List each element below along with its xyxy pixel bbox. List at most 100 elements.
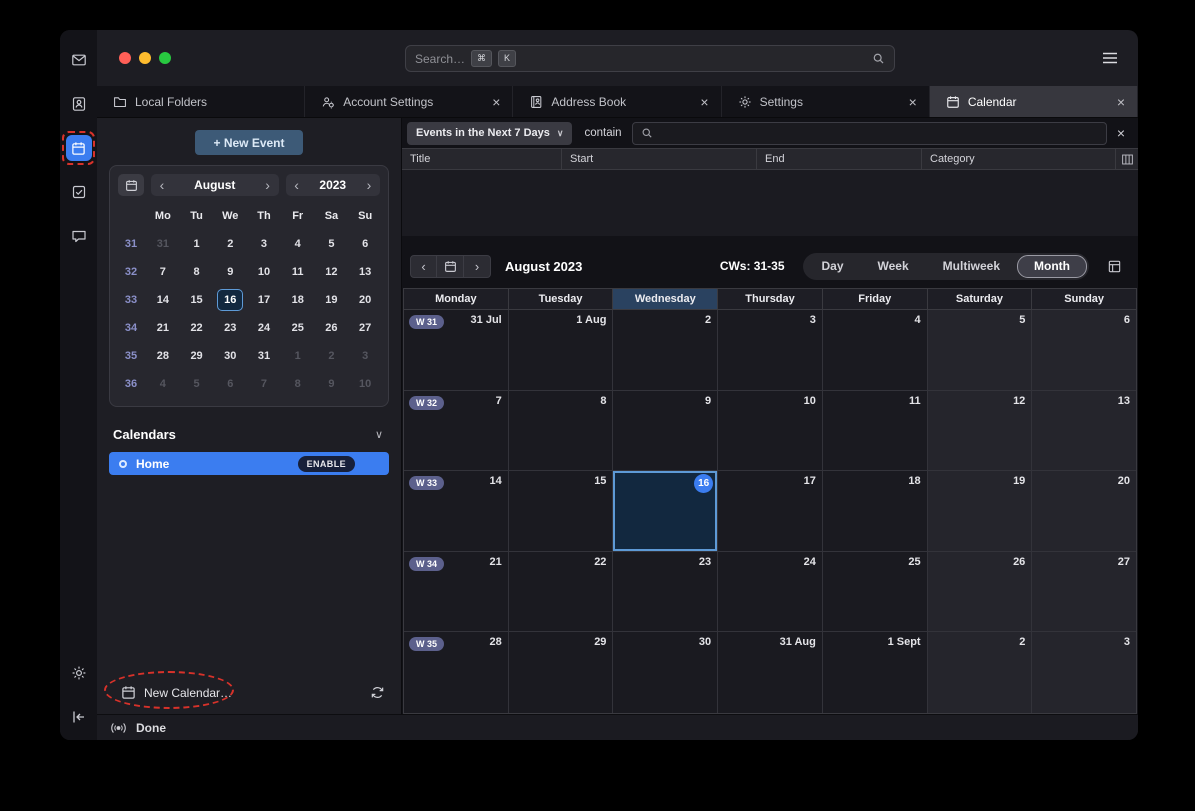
rail-collapse-button[interactable] [66, 704, 92, 730]
rotate-view-button[interactable] [1107, 259, 1122, 274]
new-calendar-row[interactable]: New Calendar… [97, 685, 401, 714]
prev-period-button[interactable]: ‹ [410, 255, 437, 278]
mini-day[interactable]: 24 [251, 317, 277, 339]
view-month-button[interactable]: Month [1017, 255, 1087, 278]
day-cell[interactable]: 24 [718, 552, 823, 633]
app-menu-button[interactable] [1098, 47, 1122, 69]
rail-settings-button[interactable] [66, 660, 92, 686]
column-picker-icon[interactable] [1116, 149, 1138, 169]
mini-day[interactable]: 5 [318, 233, 344, 255]
close-filter-icon[interactable]: × [1117, 126, 1125, 140]
mini-day[interactable]: 2 [217, 233, 243, 255]
day-cell[interactable]: 5 [928, 310, 1033, 391]
day-cell[interactable]: 27 [1032, 552, 1136, 633]
mini-day[interactable]: 31 [251, 345, 277, 367]
mini-day[interactable]: 9 [217, 261, 243, 283]
day-cell[interactable]: 9 [613, 391, 718, 472]
mini-day[interactable]: 22 [184, 317, 210, 339]
day-cell[interactable]: 20 [1032, 471, 1136, 552]
close-tab-icon[interactable]: × [907, 95, 919, 109]
mini-day[interactable]: 14 [150, 289, 176, 311]
mini-day[interactable]: 11 [285, 261, 311, 283]
view-day-button[interactable]: Day [805, 255, 861, 278]
event-search-box[interactable] [632, 122, 1107, 145]
new-event-button[interactable]: + New Event [195, 130, 303, 155]
mini-day[interactable]: 6 [217, 373, 243, 395]
mini-day[interactable]: 19 [318, 289, 344, 311]
mini-day[interactable]: 8 [184, 261, 210, 283]
mini-day[interactable]: 1 [285, 345, 311, 367]
view-multiweek-button[interactable]: Multiweek [926, 255, 1017, 278]
day-cell[interactable]: 30 [613, 632, 718, 713]
close-tab-icon[interactable]: × [490, 95, 502, 109]
event-search-field[interactable] [659, 127, 1098, 139]
mini-day-selected[interactable]: 16 [217, 289, 243, 311]
mini-day[interactable]: 28 [150, 345, 176, 367]
day-cell[interactable]: 1 Aug [509, 310, 614, 391]
day-cell[interactable]: 6 [1032, 310, 1136, 391]
mini-day[interactable]: 17 [251, 289, 277, 311]
day-cell[interactable]: W 3314 [404, 471, 509, 552]
next-period-button[interactable]: › [464, 255, 491, 278]
day-cell[interactable]: 12 [928, 391, 1033, 472]
mini-day[interactable]: 7 [150, 261, 176, 283]
mini-day[interactable]: 10 [352, 373, 378, 395]
next-month-button[interactable]: › [257, 174, 279, 196]
prev-year-button[interactable]: ‹ [286, 174, 308, 196]
calendar-list-item-home[interactable]: Home ENABLE [109, 452, 389, 475]
mini-day[interactable]: 1 [184, 233, 210, 255]
day-cell[interactable]: 29 [509, 632, 614, 713]
day-cell[interactable]: 17 [718, 471, 823, 552]
day-cell[interactable]: W 3528 [404, 632, 509, 713]
day-cell[interactable]: 19 [928, 471, 1033, 552]
close-window-button[interactable] [119, 52, 131, 64]
mini-day[interactable]: 12 [318, 261, 344, 283]
mini-day[interactable]: 26 [318, 317, 344, 339]
rail-calendar-button[interactable] [66, 135, 92, 161]
mini-day[interactable]: 25 [285, 317, 311, 339]
rail-chat-button[interactable] [66, 223, 92, 249]
mini-day[interactable]: 4 [150, 373, 176, 395]
day-cell[interactable]: 2 [928, 632, 1033, 713]
day-cell[interactable]: 1 Sept [823, 632, 928, 713]
mini-day[interactable]: 31 [150, 233, 176, 255]
tab-calendar[interactable]: Calendar× [930, 86, 1138, 117]
column-header-category[interactable]: Category [922, 149, 1116, 169]
next-year-button[interactable]: › [358, 174, 380, 196]
tab-account-settings[interactable]: Account Settings× [305, 86, 513, 117]
tab-address-book[interactable]: Address Book× [513, 86, 721, 117]
rail-address-book-button[interactable] [66, 91, 92, 117]
day-cell[interactable]: W 327 [404, 391, 509, 472]
view-week-button[interactable]: Week [861, 255, 926, 278]
day-cell[interactable]: 11 [823, 391, 928, 472]
tab-local-folders[interactable]: Local Folders [97, 86, 305, 117]
day-cell[interactable]: 23 [613, 552, 718, 633]
day-cell[interactable]: 8 [509, 391, 614, 472]
day-cell[interactable]: 10 [718, 391, 823, 472]
today-button[interactable] [437, 255, 464, 278]
mini-day[interactable]: 23 [217, 317, 243, 339]
mini-day[interactable]: 30 [217, 345, 243, 367]
prev-month-button[interactable]: ‹ [151, 174, 173, 196]
mini-day[interactable]: 20 [352, 289, 378, 311]
day-cell[interactable]: 3 [718, 310, 823, 391]
mini-day[interactable]: 18 [285, 289, 311, 311]
day-cell-today[interactable]: 16 [613, 471, 718, 552]
day-cell[interactable]: 2 [613, 310, 718, 391]
mini-day[interactable]: 8 [285, 373, 311, 395]
day-cell[interactable]: 25 [823, 552, 928, 633]
day-cell[interactable]: 15 [509, 471, 614, 552]
column-header-title[interactable]: Title [402, 149, 562, 169]
minimize-window-button[interactable] [139, 52, 151, 64]
column-header-start[interactable]: Start [562, 149, 757, 169]
close-tab-icon[interactable]: × [1115, 95, 1127, 109]
mini-day[interactable]: 2 [318, 345, 344, 367]
enable-badge[interactable]: ENABLE [298, 456, 355, 472]
tab-settings[interactable]: Settings× [722, 86, 930, 117]
day-cell[interactable]: 13 [1032, 391, 1136, 472]
day-cell[interactable]: W 3131 Jul [404, 310, 509, 391]
maximize-window-button[interactable] [159, 52, 171, 64]
event-filter-dropdown[interactable]: Events in the Next 7 Days ∨ [407, 122, 572, 145]
mini-day[interactable]: 9 [318, 373, 344, 395]
mini-day[interactable]: 27 [352, 317, 378, 339]
